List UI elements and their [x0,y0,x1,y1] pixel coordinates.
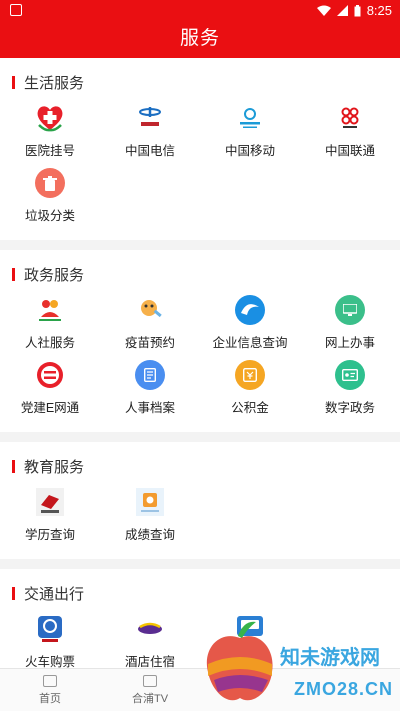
service-train[interactable]: 火车购票 [0,609,100,668]
hospital-heart-icon [34,102,66,134]
service-hotel[interactable]: 酒店住宿 [100,609,200,668]
degree-query-icon [34,486,66,518]
section-gov: 政务服务 人社服务 疫苗预约 企业信息查询 网上办事 党建E网通 人事档案 公积… [0,250,400,432]
clock: 8:25 [366,3,392,18]
service-score[interactable]: 成绩查询 [100,482,200,547]
service-mobile[interactable]: 中国移动 [200,98,300,163]
service-degree[interactable]: 学历查询 [0,482,100,547]
section-edu: 教育服务 学历查询 成绩查询 [0,442,400,559]
service-garbage[interactable]: 垃圾分类 [0,163,100,228]
enterprise-query-icon [234,294,266,326]
notification-icon [10,4,22,16]
service-telecom[interactable]: 中国电信 [100,98,200,163]
vaccine-icon [134,294,166,326]
service-enterprise[interactable]: 企业信息查询 [200,290,300,355]
battery-icon [354,4,361,16]
personnel-file-icon [134,359,166,391]
section-title: 交通出行 [24,585,85,603]
home-icon [43,674,57,687]
score-query-icon [134,486,166,518]
service-party[interactable]: 党建E网通 [0,355,100,420]
service-personnel[interactable]: 人事档案 [100,355,200,420]
wifi-icon [316,5,331,16]
service-unicom[interactable]: 中国联通 [300,98,400,163]
watermark-site: ZMO28.CN [294,679,393,699]
section-title: 政务服务 [24,266,85,284]
service-vaccine[interactable]: 疫苗预约 [100,290,200,355]
service-digital[interactable]: 数字政务 [300,355,400,420]
social-security-icon [34,294,66,326]
section-title: 生活服务 [24,74,85,92]
tab-home[interactable]: 首页 [0,669,100,711]
tab-tv[interactable]: 合浦TV [100,669,200,711]
service-online[interactable]: 网上办事 [300,290,400,355]
service-fund[interactable]: 公积金 [200,355,300,420]
signal-icon [336,5,348,16]
digital-gov-icon [334,359,366,391]
china-unicom-icon [334,102,366,134]
service-hospital[interactable]: 医院挂号 [0,98,100,163]
party-e-icon [34,359,66,391]
status-bar: 8:25 [0,0,400,22]
trash-can-icon [34,167,66,199]
train-ticket-icon [34,613,66,645]
watermark-title: 知未游戏网 [280,645,380,669]
tv-icon [143,674,157,687]
section-life: 生活服务 医院挂号 中国电信 中国移动 中国联通 垃圾分类 [0,58,400,240]
online-affairs-icon [334,294,366,326]
hotel-icon [134,613,166,645]
china-telecom-icon [134,102,166,134]
service-list[interactable]: 生活服务 医院挂号 中国电信 中国移动 中国联通 垃圾分类 政务服务 人社服务 … [0,58,400,668]
page-title: 服务 [0,22,400,58]
watermark-logo: 知未游戏网 ZMO28.CN [206,621,393,701]
section-title: 教育服务 [24,458,85,476]
service-social[interactable]: 人社服务 [0,290,100,355]
housing-fund-icon [234,359,266,391]
china-mobile-icon [234,102,266,134]
